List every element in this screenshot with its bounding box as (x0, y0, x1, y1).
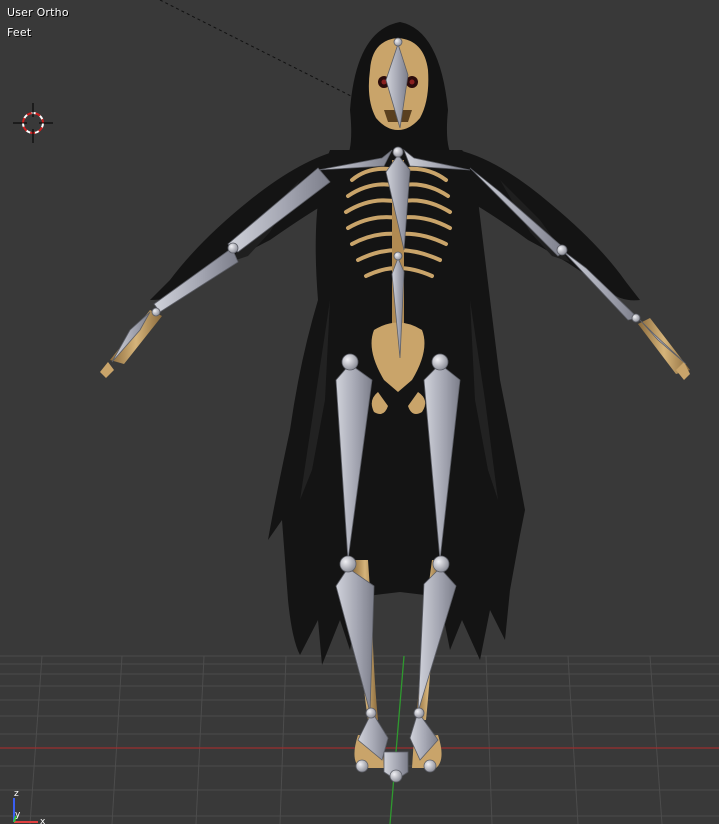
3d-viewport[interactable]: User Ortho Feet z y x (0, 0, 719, 824)
view-name-label: User Ortho (7, 6, 69, 19)
viewport-scene[interactable] (0, 0, 719, 824)
right-hand-bone[interactable] (639, 319, 687, 365)
3d-cursor-icon[interactable] (13, 103, 53, 143)
y-axis-label: y (15, 810, 21, 820)
relationship-line (159, 0, 356, 99)
left-shin-bone[interactable] (335, 567, 375, 713)
x-axis-label: x (40, 817, 46, 824)
z-axis-label: z (14, 789, 19, 799)
y-axis-line (389, 655, 405, 824)
unit-label: Feet (7, 26, 32, 39)
axis-orientation-icon: z y x (13, 789, 46, 824)
